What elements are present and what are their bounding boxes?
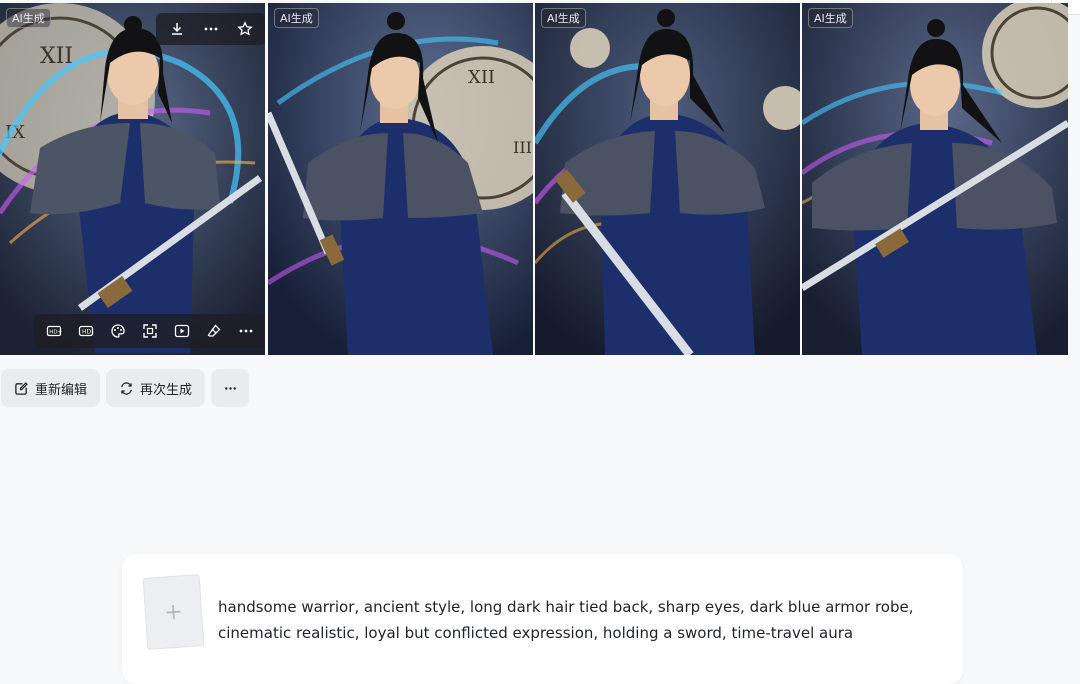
more-tools-button[interactable] [231, 317, 261, 345]
ai-generated-badge: AI生成 [808, 8, 853, 28]
hd-button[interactable]: HD [71, 317, 101, 345]
image-bottom-toolbar: HD+ HD [34, 314, 265, 348]
regenerate-label: 再次生成 [140, 382, 193, 398]
warrior-illustration: XII III [268, 3, 533, 355]
ai-generated-badge: AI生成 [274, 8, 319, 28]
more-dots-icon [204, 27, 218, 31]
more-dots-icon [239, 329, 253, 333]
ai-generated-badge: AI生成 [6, 8, 51, 28]
upscale-hd-plus-button[interactable]: HD+ [39, 317, 69, 345]
prompt-card: + handsome warrior, ancient style, long … [122, 554, 963, 684]
svg-text:HD: HD [82, 328, 92, 335]
refresh-icon [121, 381, 132, 395]
warrior-illustration: XII IX [0, 3, 265, 355]
star-icon [237, 21, 253, 36]
warrior-image-4[interactable]: AI生成 [802, 3, 1068, 355]
reedit-button[interactable]: 重新编辑 [1, 369, 101, 407]
ai-generated-badge: AI生成 [541, 8, 586, 28]
expand-button[interactable] [135, 317, 165, 345]
more-dots-icon [224, 386, 236, 390]
regenerate-button[interactable]: 再次生成 [106, 369, 206, 407]
image-gallery: XII IX AI生成 HD+ HD XII III AI生成 AI生成 AI生… [0, 3, 1068, 355]
expand-icon [143, 324, 157, 338]
svg-text:XII: XII [468, 67, 495, 88]
warrior-image-1[interactable]: XII IX AI生成 HD+ HD [0, 3, 265, 355]
reedit-label: 重新编辑 [35, 382, 88, 398]
edit-icon [15, 381, 28, 395]
more-actions-button[interactable] [211, 369, 250, 407]
download-button[interactable] [162, 15, 192, 43]
prompt-text: handsome warrior, ancient style, long da… [218, 598, 914, 642]
eraser-icon [207, 324, 221, 337]
warrior-illustration [535, 3, 800, 355]
favorite-button[interactable] [230, 15, 260, 43]
image-top-toolbar [156, 13, 265, 45]
play-icon [174, 324, 190, 338]
svg-text:HD+: HD+ [49, 329, 62, 335]
erase-button[interactable] [199, 317, 229, 345]
svg-text:III: III [513, 138, 532, 157]
download-icon [172, 23, 182, 35]
plus-icon: + [163, 598, 184, 626]
warrior-illustration [802, 3, 1068, 355]
result-actions: 重新编辑 再次生成 [1, 369, 250, 407]
restyle-button[interactable] [103, 317, 133, 345]
warrior-image-2[interactable]: XII III AI生成 [268, 3, 533, 355]
hd-icon: HD [78, 325, 94, 337]
add-reference-image-button[interactable]: + [142, 574, 205, 650]
more-options-button[interactable] [196, 15, 226, 43]
palette-icon [111, 324, 125, 338]
animate-button[interactable] [167, 317, 197, 345]
hd-plus-icon: HD+ [46, 325, 62, 337]
warrior-image-3[interactable]: AI生成 [535, 3, 800, 355]
